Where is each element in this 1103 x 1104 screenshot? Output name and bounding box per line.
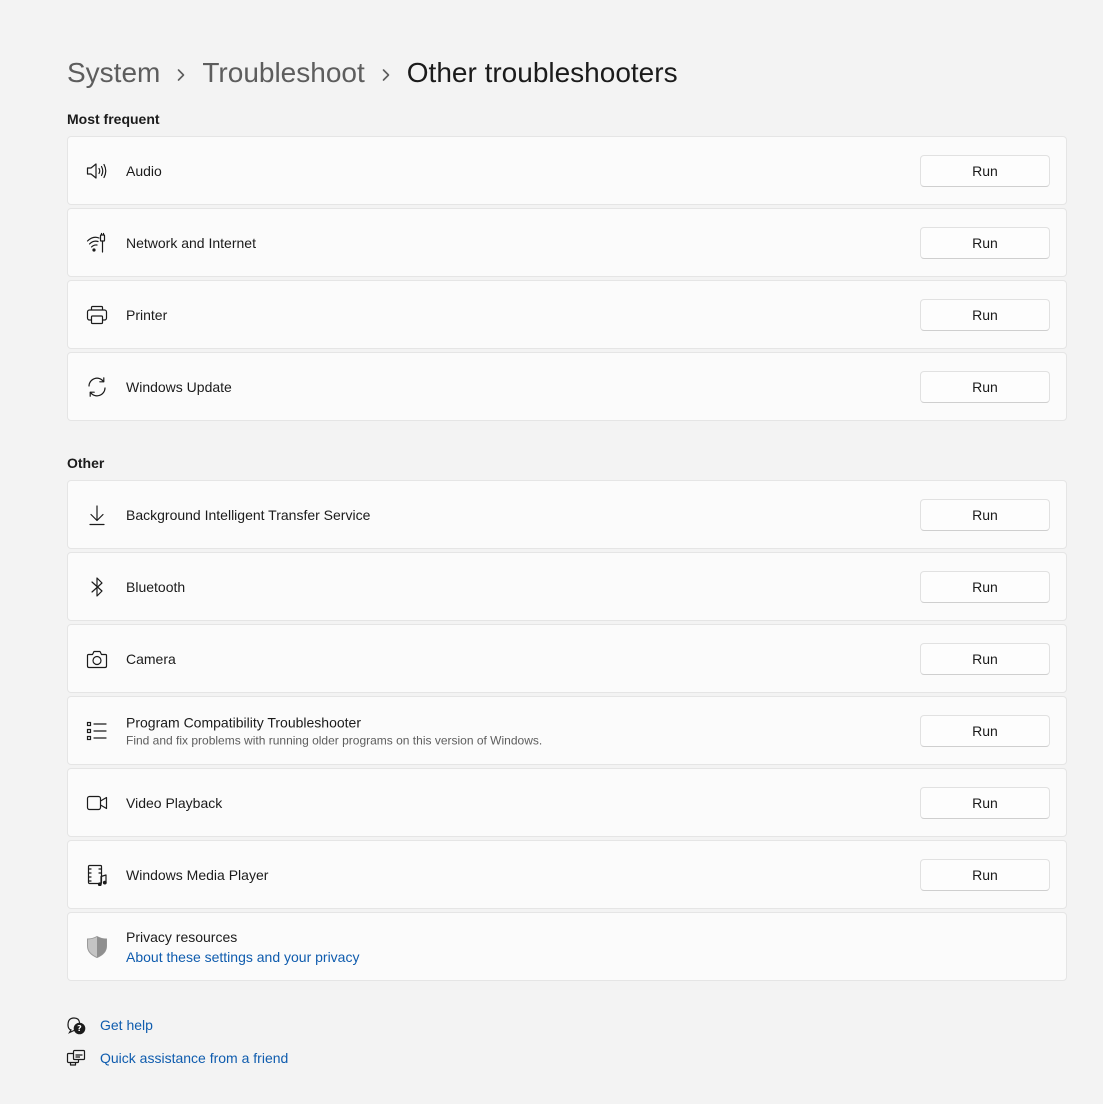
- troubleshooter-label: Windows Media Player: [126, 866, 269, 883]
- breadcrumb: System Troubleshoot Other troubleshooter…: [67, 54, 678, 92]
- quick-assistance-label[interactable]: Quick assistance from a friend: [100, 1050, 288, 1066]
- speaker-icon: [85, 159, 109, 183]
- other-list: Background Intelligent Transfer Service …: [67, 480, 1067, 984]
- chevron-right-icon: [365, 57, 407, 89]
- troubleshooter-windows-update: Windows Update Run: [67, 352, 1067, 421]
- most-frequent-list: Audio Run Network and Internet Run Print…: [67, 136, 1067, 424]
- shield-icon: [85, 935, 109, 959]
- section-title-most-frequent: Most frequent: [67, 111, 160, 127]
- run-camera-button[interactable]: Run: [920, 642, 1050, 675]
- run-windows-media-player-button[interactable]: Run: [920, 858, 1050, 891]
- get-help-link[interactable]: ? Get help: [66, 1014, 288, 1036]
- troubleshooter-label: Windows Update: [126, 378, 232, 395]
- printer-icon: [85, 303, 109, 327]
- media-player-icon: [85, 863, 109, 887]
- page-title: Other troubleshooters: [406, 57, 678, 88]
- troubleshooter-video-playback: Video Playback Run: [67, 768, 1067, 837]
- sync-icon: [85, 375, 109, 399]
- troubleshooter-label: Background Intelligent Transfer Service: [126, 506, 371, 523]
- troubleshooter-label: Bluetooth: [126, 578, 186, 595]
- quick-assist-icon: [66, 1048, 86, 1068]
- troubleshooter-label: Program Compatibility Troubleshooter: [126, 714, 361, 730]
- troubleshooter-printer: Printer Run: [67, 280, 1067, 349]
- privacy-resources-title: Privacy resources: [126, 928, 238, 945]
- breadcrumb-system[interactable]: System: [67, 57, 160, 89]
- troubleshooter-bluetooth: Bluetooth Run: [67, 552, 1067, 621]
- troubleshooter-audio: Audio Run: [67, 136, 1067, 205]
- chevron-right-icon: [160, 57, 202, 89]
- run-windows-update-button[interactable]: Run: [920, 370, 1050, 403]
- camera-icon: [85, 647, 109, 671]
- svg-text:?: ?: [77, 1024, 82, 1033]
- troubleshooter-description: Find and fix problems with running older…: [126, 733, 543, 747]
- privacy-resources-card: Privacy resources About these settings a…: [67, 912, 1067, 981]
- video-camera-icon: [85, 791, 109, 815]
- wifi-ethernet-icon: [85, 231, 109, 255]
- run-printer-button[interactable]: Run: [920, 298, 1050, 331]
- run-video-playback-button[interactable]: Run: [920, 786, 1050, 819]
- troubleshooter-windows-media-player: Windows Media Player Run: [67, 840, 1067, 909]
- breadcrumb-troubleshoot[interactable]: Troubleshoot: [202, 57, 364, 89]
- run-network-button[interactable]: Run: [920, 226, 1050, 259]
- footer-links: ? Get help Quick assistance from a frien…: [66, 1014, 288, 1080]
- quick-assistance-link[interactable]: Quick assistance from a friend: [66, 1047, 288, 1069]
- privacy-settings-link[interactable]: About these settings and your privacy: [126, 948, 359, 966]
- run-bluetooth-button[interactable]: Run: [920, 570, 1050, 603]
- troubleshooter-program-compatibility: Program Compatibility Troubleshooter Fin…: [67, 696, 1067, 765]
- get-help-label[interactable]: Get help: [100, 1017, 153, 1033]
- troubleshooter-camera: Camera Run: [67, 624, 1067, 693]
- troubleshooter-label: Video Playback: [126, 794, 223, 811]
- troubleshooter-label: Printer: [126, 306, 168, 323]
- troubleshooter-network: Network and Internet Run: [67, 208, 1067, 277]
- troubleshooter-label: Network and Internet: [126, 234, 256, 251]
- download-icon: [85, 503, 109, 527]
- troubleshooter-label: Audio: [126, 162, 162, 179]
- list-icon: [85, 719, 109, 743]
- troubleshooter-bits: Background Intelligent Transfer Service …: [67, 480, 1067, 549]
- run-program-compatibility-button[interactable]: Run: [920, 714, 1050, 747]
- run-audio-button[interactable]: Run: [920, 154, 1050, 187]
- help-icon: ?: [66, 1015, 86, 1035]
- run-bits-button[interactable]: Run: [920, 498, 1050, 531]
- bluetooth-icon: [85, 575, 109, 599]
- troubleshooter-label: Camera: [126, 650, 176, 667]
- section-title-other: Other: [67, 455, 105, 471]
